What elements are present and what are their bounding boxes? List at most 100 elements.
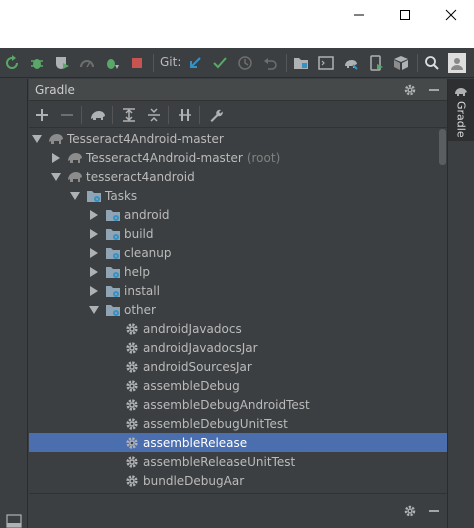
gear-icon — [404, 505, 416, 517]
tree-row[interactable]: assembleRelease — [29, 433, 447, 452]
git-history-button[interactable] — [235, 53, 255, 73]
panel-settings-button[interactable] — [401, 81, 419, 99]
minimize-button[interactable] — [336, 0, 382, 30]
tree-row-label: bundleDebugAar — [143, 473, 245, 488]
rerun-icon — [6, 55, 18, 69]
gradle-tool-tab[interactable]: Gradle — [448, 79, 474, 141]
user-avatar-button[interactable] — [448, 53, 466, 73]
expand-arrow-down-icon[interactable] — [89, 305, 99, 315]
panel-hide-button[interactable] — [425, 81, 443, 99]
checkmark-icon — [213, 57, 227, 69]
maximize-button[interactable] — [382, 0, 428, 30]
tree-row[interactable]: install — [29, 281, 447, 300]
panel-toolbar-separator — [112, 106, 113, 124]
tree-row[interactable]: bundleDebugAar — [29, 471, 447, 490]
gradle-settings-button[interactable] — [206, 105, 226, 125]
gear-icon — [124, 359, 140, 375]
gear-icon — [404, 84, 416, 96]
expand-all-button[interactable] — [119, 105, 139, 125]
sdk-manager-button[interactable] — [391, 53, 411, 73]
search-icon — [425, 56, 439, 70]
expand-arrow-down-icon[interactable] — [32, 134, 42, 144]
profiler-button[interactable] — [77, 53, 97, 73]
collapse-all-button[interactable] — [144, 105, 164, 125]
title-bar-spacer — [0, 30, 474, 48]
panel-header: Gradle — [29, 79, 447, 101]
gear-icon — [124, 397, 140, 413]
plus-icon — [36, 109, 48, 121]
tree-row[interactable]: build — [29, 224, 447, 243]
expand-arrow-right-icon[interactable] — [51, 152, 61, 163]
window-layout-icon[interactable] — [6, 514, 22, 528]
panel-toolbar — [29, 102, 447, 128]
expand-arrow-right-icon[interactable] — [89, 285, 99, 296]
tree-row-label: assembleDebugAndroidTest — [143, 397, 310, 412]
arrow-down-left-icon — [190, 57, 201, 68]
project-structure-button[interactable] — [291, 53, 311, 73]
expand-arrow-right-icon[interactable] — [89, 247, 99, 258]
expand-arrow-down-icon[interactable] — [51, 172, 61, 182]
tree-row-label: assembleDebugUnitTest — [143, 416, 288, 431]
remove-project-button[interactable] — [57, 105, 77, 125]
elephant-icon — [455, 88, 467, 96]
tree-row[interactable]: other — [29, 300, 447, 319]
expand-arrow-right-icon[interactable] — [89, 266, 99, 277]
stop-icon — [132, 58, 142, 68]
tree-row[interactable]: help — [29, 262, 447, 281]
coverage-button[interactable] — [52, 53, 72, 73]
gear-icon — [124, 340, 140, 356]
tree-row-label: androidSourcesJar — [143, 359, 252, 374]
expand-arrow-right-icon[interactable] — [89, 209, 99, 220]
git-commit-button[interactable] — [210, 53, 230, 73]
expand-arrow-right-icon[interactable] — [89, 228, 99, 239]
gear-icon — [124, 454, 140, 470]
rerun-button[interactable] — [2, 53, 22, 73]
task-folder-icon — [105, 302, 121, 318]
tree-row[interactable]: assembleDebugUnitTest — [29, 414, 447, 433]
bottom-hide-button[interactable] — [425, 502, 443, 520]
phone-icon — [370, 55, 383, 71]
bottom-settings-button[interactable] — [401, 502, 419, 520]
task-folder-icon — [105, 283, 121, 299]
main-toolbar: Git: — [0, 48, 474, 78]
tree-row-label: Tasks — [105, 188, 138, 203]
close-button[interactable] — [428, 0, 474, 30]
toolbar-separator — [153, 54, 154, 72]
device-manager-button[interactable] — [366, 53, 386, 73]
folder-grid-icon — [294, 58, 308, 69]
toolbar-separator — [286, 54, 287, 72]
stop-button[interactable] — [127, 53, 147, 73]
expand-arrow-down-icon[interactable] — [70, 191, 80, 201]
tree-row[interactable]: Tasks — [29, 186, 447, 205]
git-update-button[interactable] — [185, 53, 205, 73]
box-download-icon — [394, 56, 408, 70]
tree-scrollbar-thumb[interactable] — [439, 129, 446, 165]
add-project-button[interactable] — [32, 105, 52, 125]
gradle-sync-button[interactable] — [341, 53, 361, 73]
tree-row[interactable]: androidJavadocsJar — [29, 338, 447, 357]
tree-row[interactable]: assembleDebugAndroidTest — [29, 395, 447, 414]
tree-row[interactable]: assembleDebug — [29, 376, 447, 395]
toggle-offline-button[interactable] — [175, 105, 195, 125]
panel-toolbar-separator — [199, 106, 200, 124]
search-button[interactable] — [422, 53, 442, 73]
tree-row[interactable]: Tesseract4Android-master (root) — [29, 148, 447, 167]
terminal-button[interactable] — [316, 53, 336, 73]
tree-row[interactable]: assembleReleaseUnitTest — [29, 452, 447, 471]
tree-row[interactable]: tesseract4android — [29, 167, 447, 186]
debug-button[interactable] — [27, 53, 47, 73]
tree-row[interactable]: androidJavadocs — [29, 319, 447, 338]
tree-row-label: assembleRelease — [143, 435, 248, 450]
tree-row[interactable]: androidSourcesJar — [29, 357, 447, 376]
attach-debugger-button[interactable] — [102, 53, 122, 73]
tree-row[interactable]: cleanup — [29, 243, 447, 262]
execute-gradle-task-button[interactable] — [88, 105, 108, 125]
tree-row[interactable]: android — [29, 205, 447, 224]
right-tool-strip: Gradle — [447, 79, 474, 528]
tree-row[interactable]: Tesseract4Android-master — [29, 129, 447, 148]
git-rollback-button[interactable] — [260, 53, 280, 73]
bug-icon — [31, 59, 43, 69]
